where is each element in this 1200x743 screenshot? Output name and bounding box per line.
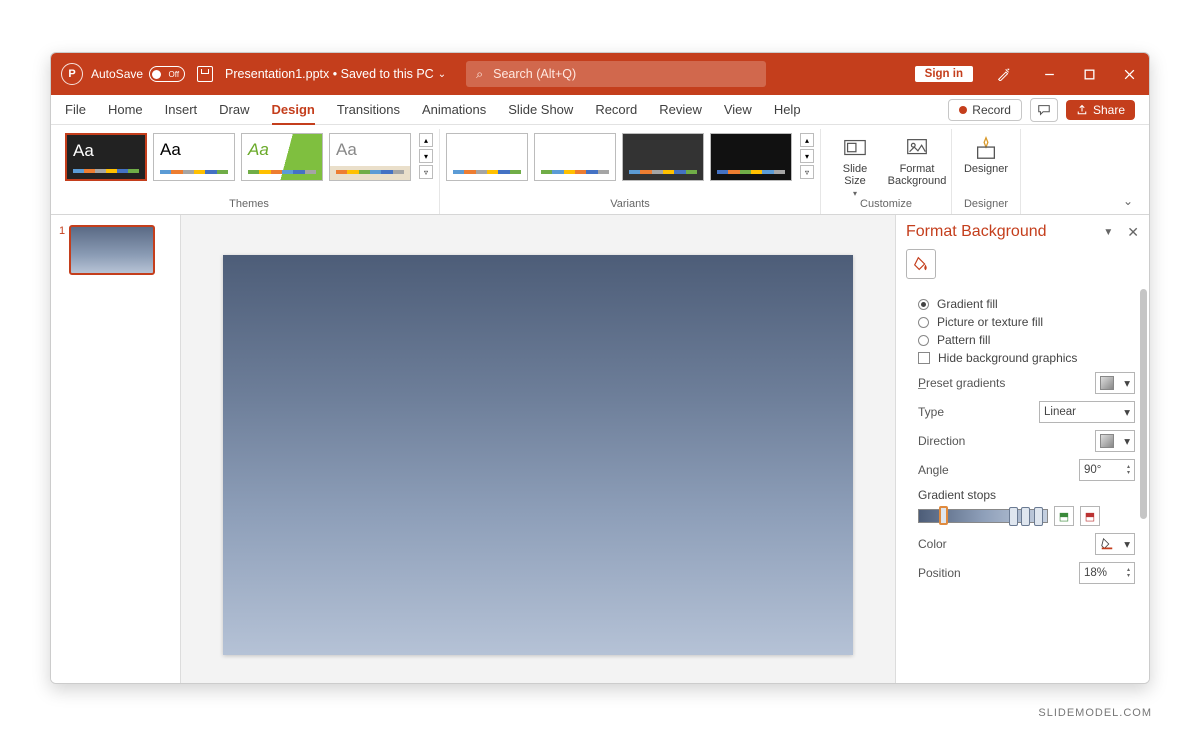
position-input[interactable]: 18%▴▾ — [1079, 562, 1135, 584]
tab-view[interactable]: View — [724, 96, 752, 123]
title-bar: P AutoSave Off Presentation1.pptx • Save… — [51, 53, 1149, 95]
type-dropdown[interactable]: Linear▾ — [1039, 401, 1135, 423]
slide-number: 1 — [59, 225, 65, 275]
design-ribbon: Aa Aa Aa Aa ▴▾▿ Themes ▴▾▿ Variants — [51, 125, 1149, 215]
direction-dropdown[interactable]: ▾ — [1095, 430, 1135, 452]
radio-gradient-fill[interactable]: Gradient fill — [918, 297, 1135, 311]
tab-slideshow[interactable]: Slide Show — [508, 96, 573, 123]
comments-button[interactable] — [1030, 98, 1058, 122]
workspace: 1 Format Background ▼ ✕ Gradient fill Pi… — [51, 215, 1149, 683]
add-stop-button[interactable]: ⬒ — [1054, 506, 1074, 526]
variant-thumb-2[interactable] — [534, 133, 616, 181]
ink-replay-icon[interactable] — [983, 53, 1023, 95]
gradient-stop-3[interactable] — [1021, 507, 1030, 526]
minimize-button[interactable] — [1029, 53, 1069, 95]
remove-stop-button[interactable]: ⬒ — [1080, 506, 1100, 526]
variants-scroll[interactable]: ▴▾▿ — [800, 133, 814, 179]
gradient-stop-4[interactable] — [1034, 507, 1043, 526]
preset-gradients-label: Preset gradients — [918, 376, 1005, 390]
maximize-button[interactable] — [1069, 53, 1109, 95]
tab-help[interactable]: Help — [774, 96, 801, 123]
tab-transitions[interactable]: Transitions — [337, 96, 400, 123]
ribbon-tabs: File Home Insert Draw Design Transitions… — [51, 95, 1149, 125]
theme-thumb-1[interactable]: Aa — [65, 133, 147, 181]
gradient-stops-label: Gradient stops — [918, 488, 996, 502]
tab-design[interactable]: Design — [272, 96, 315, 125]
close-icon[interactable]: ✕ — [1127, 224, 1139, 241]
variant-thumb-3[interactable] — [622, 133, 704, 181]
slide-thumbnail-panel: 1 — [51, 215, 181, 683]
tab-home[interactable]: Home — [108, 96, 143, 123]
autosave-label: AutoSave — [91, 67, 143, 81]
angle-input[interactable]: 90°▴▾ — [1079, 459, 1135, 481]
type-label: Type — [918, 405, 944, 419]
chevron-down-icon[interactable]: ⌄ — [438, 69, 446, 80]
tab-review[interactable]: Review — [659, 96, 702, 123]
variant-thumb-1[interactable] — [446, 133, 528, 181]
gradient-stops-slider[interactable] — [918, 509, 1048, 523]
toggle-switch[interactable]: Off — [149, 66, 185, 82]
gradient-stop-2[interactable] — [1009, 507, 1018, 526]
close-button[interactable] — [1109, 53, 1149, 95]
tab-record[interactable]: Record — [595, 96, 637, 123]
gradient-stop-1[interactable] — [939, 506, 948, 525]
tab-draw[interactable]: Draw — [219, 96, 249, 123]
checkbox-hide-graphics[interactable]: Hide background graphics — [918, 351, 1135, 365]
color-label: Color — [918, 537, 947, 551]
format-background-pane: Format Background ▼ ✕ Gradient fill Pict… — [895, 215, 1149, 683]
radio-pattern-fill[interactable]: Pattern fill — [918, 333, 1135, 347]
pane-title: Format Background — [906, 223, 1103, 241]
variant-thumb-4[interactable] — [710, 133, 792, 181]
tab-file[interactable]: File — [65, 96, 86, 123]
scrollbar[interactable] — [1140, 289, 1147, 519]
app-icon: P — [61, 63, 83, 85]
pane-menu-icon[interactable]: ▼ — [1103, 227, 1113, 238]
slide-thumbnail-1[interactable] — [69, 225, 155, 275]
preset-gradients-dropdown[interactable]: ▾ — [1095, 372, 1135, 394]
direction-label: Direction — [918, 434, 965, 448]
autosave-toggle[interactable]: AutoSave Off — [91, 66, 185, 82]
document-title[interactable]: Presentation1.pptx • Saved to this PC — [225, 67, 434, 81]
save-icon[interactable] — [197, 66, 213, 82]
collapse-ribbon-icon[interactable]: ⌄ — [1123, 194, 1133, 208]
sign-in-button[interactable]: Sign in — [915, 66, 973, 82]
search-input[interactable]: ⌕ Search (Alt+Q) — [466, 61, 766, 87]
watermark: SLIDEMODEL.COM — [1038, 707, 1152, 719]
chevron-down-icon: ▾ — [853, 189, 857, 198]
search-placeholder: Search (Alt+Q) — [493, 67, 576, 81]
themes-scroll[interactable]: ▴▾▿ — [419, 133, 433, 179]
color-dropdown[interactable]: ▾ — [1095, 533, 1135, 555]
designer-group-label: Designer — [964, 198, 1008, 210]
designer-button[interactable]: Designer — [958, 133, 1014, 175]
position-label: Position — [918, 566, 961, 580]
search-icon: ⌕ — [476, 67, 483, 82]
fill-category-icon[interactable] — [906, 249, 936, 279]
angle-label: Angle — [918, 463, 949, 477]
powerpoint-window: P AutoSave Off Presentation1.pptx • Save… — [50, 52, 1150, 684]
theme-thumb-2[interactable]: Aa — [153, 133, 235, 181]
theme-thumb-4[interactable]: Aa — [329, 133, 411, 181]
slide-size-button[interactable]: Slide Size ▾ — [827, 133, 883, 198]
radio-picture-fill[interactable]: Picture or texture fill — [918, 315, 1135, 329]
current-slide[interactable] — [223, 255, 853, 655]
share-button[interactable]: Share — [1066, 100, 1135, 120]
tab-insert[interactable]: Insert — [165, 96, 198, 123]
themes-group-label: Themes — [229, 198, 269, 210]
record-button[interactable]: Record — [948, 99, 1022, 121]
customize-group-label: Customize — [860, 198, 912, 210]
tab-animations[interactable]: Animations — [422, 96, 486, 123]
variants-group-label: Variants — [610, 198, 650, 210]
format-background-button[interactable]: Format Background — [889, 133, 945, 187]
record-dot-icon — [959, 106, 967, 114]
slide-canvas[interactable] — [181, 215, 895, 683]
theme-thumb-3[interactable]: Aa — [241, 133, 323, 181]
